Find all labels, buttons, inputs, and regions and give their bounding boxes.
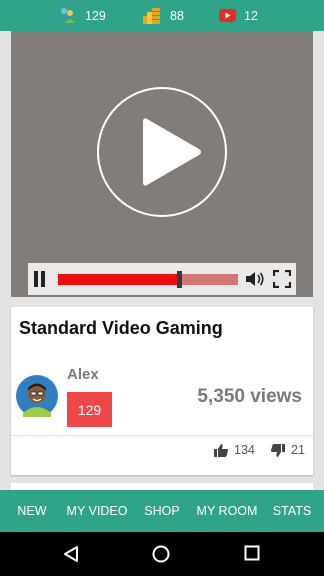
- like-count: 134: [234, 443, 255, 457]
- nav-stats[interactable]: STATS: [268, 490, 316, 532]
- seek-progress: [58, 274, 179, 285]
- coins-stat: 88: [142, 0, 184, 31]
- seek-bar[interactable]: [58, 271, 238, 288]
- videos-count: 12: [244, 8, 258, 23]
- recents-icon[interactable]: [244, 545, 260, 561]
- author-level-badge: 129: [67, 392, 112, 427]
- play-button[interactable]: [97, 87, 227, 217]
- like-button[interactable]: 134: [214, 443, 255, 457]
- avatar[interactable]: [16, 375, 58, 417]
- followers-stat: 129: [58, 0, 106, 31]
- dislike-count: 21: [291, 443, 305, 457]
- dislike-button[interactable]: 21: [271, 443, 305, 457]
- nav-my-video[interactable]: MY VIDEO: [64, 490, 130, 532]
- pause-icon[interactable]: [33, 271, 47, 287]
- nav-my-room[interactable]: MY ROOM: [193, 490, 261, 532]
- volume-icon[interactable]: [245, 270, 265, 288]
- fullscreen-icon[interactable]: [273, 270, 291, 288]
- seek-thumb[interactable]: [177, 271, 182, 288]
- youtube-icon: [219, 9, 236, 22]
- video-title: Standard Video Gaming: [19, 318, 223, 338]
- followers-count: 129: [85, 8, 106, 23]
- bottom-nav: NEW MY VIDEO SHOP MY ROOM STATS: [0, 490, 324, 532]
- play-icon: [143, 118, 201, 186]
- author-name[interactable]: Alex: [67, 366, 99, 383]
- player-controls: [28, 263, 296, 295]
- video-info-card: Standard Video Gaming Alex 129 5,350 vie…: [11, 307, 313, 475]
- videos-stat: 12: [219, 0, 258, 31]
- top-stats-bar: 129 88 12: [0, 0, 324, 31]
- thumbs-down-icon: [271, 443, 285, 457]
- nav-shop[interactable]: SHOP: [140, 490, 184, 532]
- thumbs-up-icon: [214, 443, 228, 457]
- home-icon[interactable]: [152, 545, 170, 563]
- divider: [11, 435, 313, 436]
- view-count: 5,350 views: [197, 386, 302, 407]
- system-nav-bar: [0, 532, 324, 576]
- back-icon[interactable]: [62, 545, 80, 563]
- nav-new[interactable]: NEW: [8, 490, 56, 532]
- people-icon: [59, 8, 75, 23]
- video-player[interactable]: [11, 31, 313, 297]
- coins-icon: [143, 7, 160, 24]
- coins-count: 88: [170, 8, 184, 23]
